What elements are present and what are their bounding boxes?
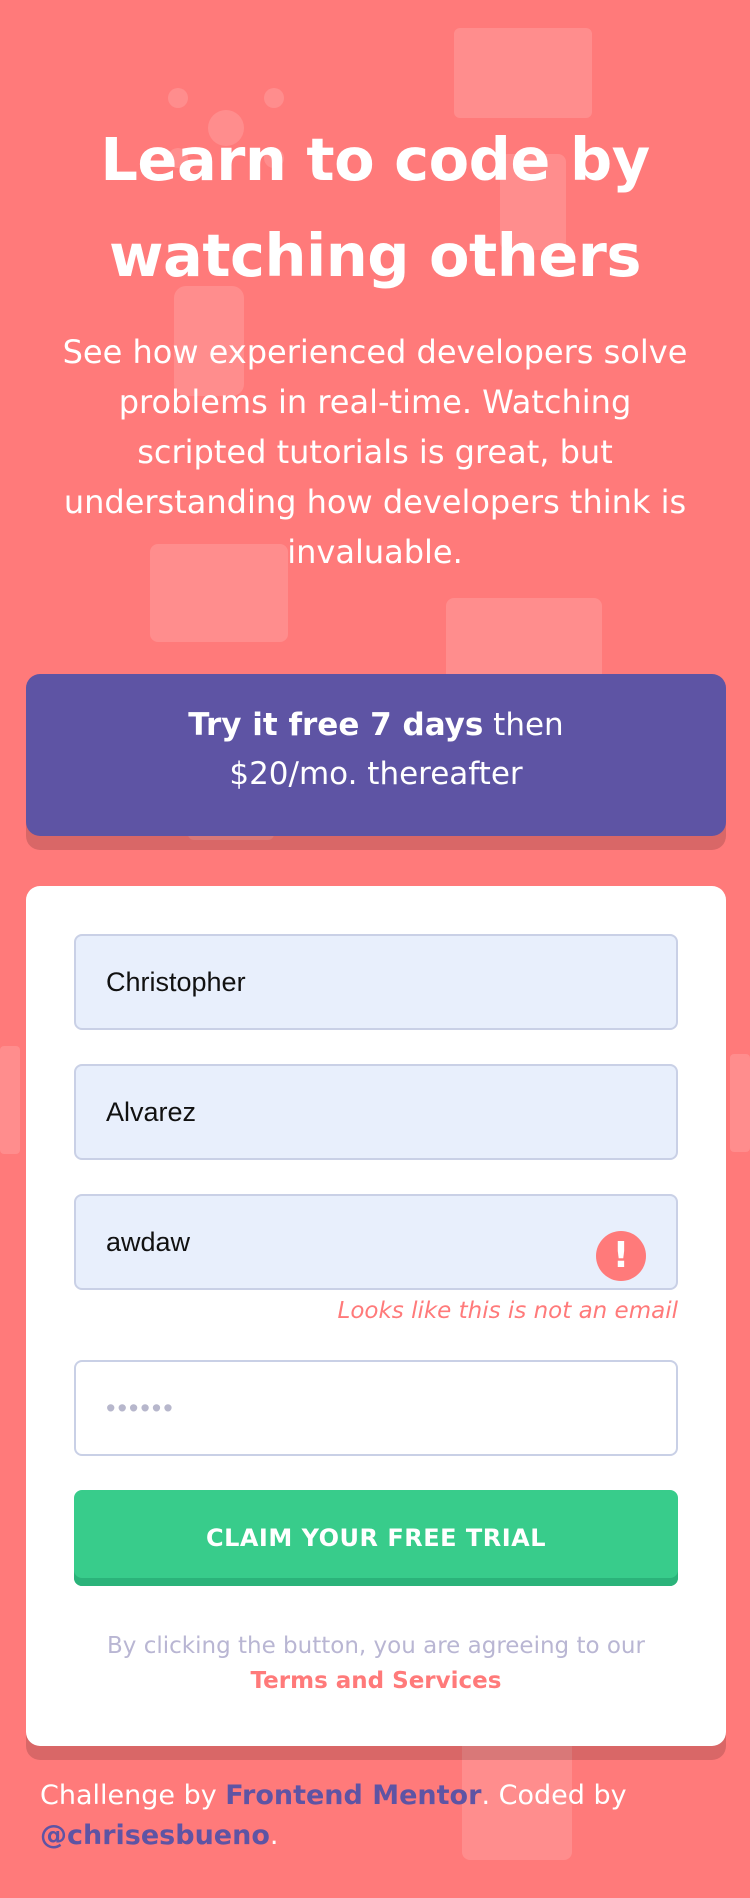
footer-suffix: . bbox=[269, 1820, 279, 1851]
first-name-input[interactable]: Christopher bbox=[74, 934, 678, 1030]
signup-form: Christopher Alvarez awdaw ! Looks like t… bbox=[26, 886, 726, 1746]
terms-prefix-text: By clicking the button, you are agreeing… bbox=[107, 1633, 645, 1659]
email-error-message: Looks like this is not an email bbox=[337, 1298, 679, 1324]
password-input[interactable]: •••••• bbox=[74, 1360, 678, 1456]
page-root: Learn to code by watching others See how… bbox=[0, 0, 750, 1898]
last-name-value: Alvarez bbox=[106, 1096, 197, 1127]
promo-line-1: Try it free 7 days then bbox=[26, 700, 726, 750]
page-title: Learn to code by watching others bbox=[100, 125, 650, 290]
promo-price-text: $20/mo. thereafter bbox=[229, 756, 523, 792]
email-input[interactable]: awdaw ! bbox=[74, 1194, 678, 1290]
footer-middle: . Coded by bbox=[481, 1780, 627, 1811]
promo-bold-text: Try it free 7 days bbox=[188, 707, 484, 743]
claim-trial-button[interactable]: CLAIM YOUR FREE TRIAL bbox=[74, 1490, 678, 1586]
frontend-mentor-link[interactable]: Frontend Mentor bbox=[225, 1780, 481, 1811]
password-masked-value: •••••• bbox=[106, 1392, 175, 1423]
promo-banner: Try it free 7 days then $20/mo. thereaft… bbox=[26, 674, 726, 836]
author-link[interactable]: @chrisesbueno bbox=[40, 1820, 270, 1851]
terms-notice: By clicking the button, you are agreeing… bbox=[74, 1629, 678, 1699]
intro-text: See how experienced developers solve pro… bbox=[62, 333, 688, 571]
email-value: awdaw bbox=[106, 1226, 191, 1257]
first-name-value: Christopher bbox=[106, 966, 246, 997]
footer-attribution: Challenge by Frontend Mentor. Coded by @… bbox=[40, 1776, 700, 1856]
last-name-input[interactable]: Alvarez bbox=[74, 1064, 678, 1160]
footer-prefix: Challenge by bbox=[40, 1780, 226, 1811]
exclamation-icon: ! bbox=[596, 1231, 646, 1281]
terms-link[interactable]: Terms and Services bbox=[251, 1668, 502, 1694]
promo-then-text: then bbox=[483, 707, 564, 743]
